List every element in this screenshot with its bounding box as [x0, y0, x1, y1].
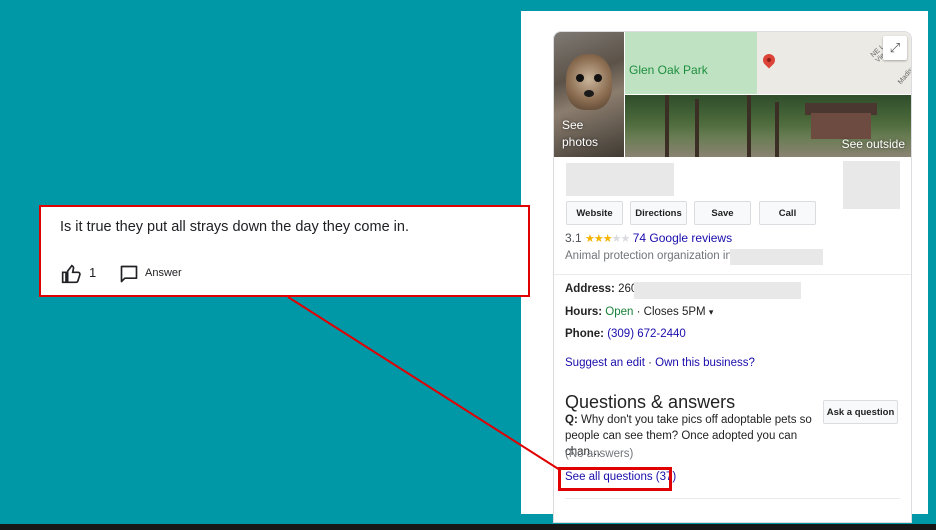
comment-icon[interactable] [119, 264, 139, 284]
like-count: 1 [89, 265, 97, 280]
thumbs-up-icon[interactable] [61, 264, 81, 284]
answer-button[interactable]: Answer [145, 267, 182, 279]
callout-question-text: Is it true they put all strays down the … [60, 219, 409, 235]
question-callout: Is it true they put all strays down the … [39, 205, 530, 297]
